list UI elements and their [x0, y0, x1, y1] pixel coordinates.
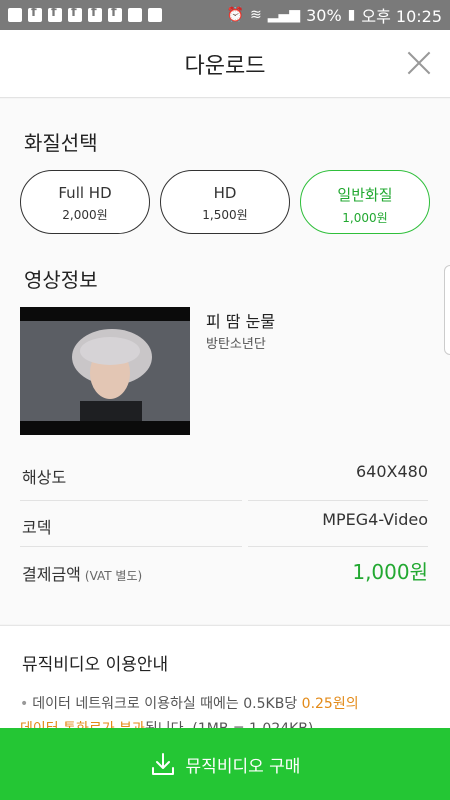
divider: [248, 546, 428, 547]
download-icon: [151, 753, 174, 775]
codec-value: MPEG4-Video: [322, 510, 428, 529]
facebook-notification-icon: [48, 5, 62, 22]
video-thumbnail[interactable]: [20, 307, 190, 435]
quality-section-title: 화질선택: [24, 131, 98, 155]
close-icon[interactable]: [402, 46, 436, 80]
divider: [20, 500, 242, 501]
facebook-notification-icon: [28, 5, 42, 22]
quality-option-standard[interactable]: 일반화질 1,000원: [300, 170, 430, 234]
quality-name: Full HD: [58, 184, 112, 202]
status-bar: ⏰ ≋ ▂▄▆ 30% ▮ 오후 10:25: [0, 0, 450, 30]
buy-button-label: 뮤직비디오 구매: [185, 756, 301, 777]
quality-option-hd[interactable]: HD 1,500원: [160, 170, 290, 234]
artist-name: 방탄소년단: [206, 337, 266, 352]
battery-percent: 30%: [306, 5, 342, 25]
buy-music-video-button[interactable]: 뮤직비디오 구매: [0, 728, 450, 800]
app-notification-icon: [148, 8, 162, 22]
song-title: 피 땀 눈물: [206, 312, 276, 331]
quality-price: 1,500원: [202, 208, 248, 222]
app-notification-icon: [128, 8, 142, 22]
price-value: 1,000원: [352, 560, 428, 584]
notice-line1-highlight: 0.25원의: [301, 696, 359, 712]
page-title: 다운로드: [184, 54, 266, 79]
quality-option-fullhd[interactable]: Full HD 2,000원: [20, 170, 150, 234]
price-label: 결제금액: [22, 565, 81, 584]
quality-price: 1,000원: [342, 211, 388, 225]
vat-note: (VAT 별도): [84, 569, 143, 583]
quality-price: 2,000원: [62, 208, 108, 222]
signal-icon: ▂▄▆: [267, 7, 301, 23]
edge-panel-handle[interactable]: [444, 265, 450, 355]
divider: [248, 500, 428, 501]
facebook-notification-icon: [88, 5, 102, 22]
notice-title: 뮤직비디오 이용안내: [22, 655, 169, 675]
resolution-value: 640X480: [355, 462, 428, 481]
wifi-icon: ≋: [250, 7, 262, 23]
quality-name: 일반화질: [337, 186, 393, 204]
notification-icons: [8, 5, 162, 22]
divider: [20, 546, 242, 547]
facebook-notification-icon: [68, 5, 82, 22]
price-label-row: 결제금액 (VAT 별도): [22, 561, 142, 585]
battery-icon: ▮: [347, 7, 356, 23]
clock: 오후 10:25: [361, 7, 442, 26]
alarm-icon: ⏰: [226, 7, 245, 23]
resolution-label: 해상도: [22, 468, 67, 487]
quality-name: HD: [213, 184, 237, 202]
header: 다운로드: [0, 30, 450, 98]
video-info-section-title: 영상정보: [24, 268, 98, 292]
notice-line1-prefix: 데이터 네트워크로 이용하실 때에는 0.5KB당: [32, 696, 298, 712]
bullet: •: [20, 696, 29, 712]
codec-label: 코덱: [22, 518, 52, 537]
facebook-notification-icon: [108, 5, 122, 22]
gallery-notification-icon: [8, 8, 22, 22]
thumbnail-image: [20, 307, 190, 435]
